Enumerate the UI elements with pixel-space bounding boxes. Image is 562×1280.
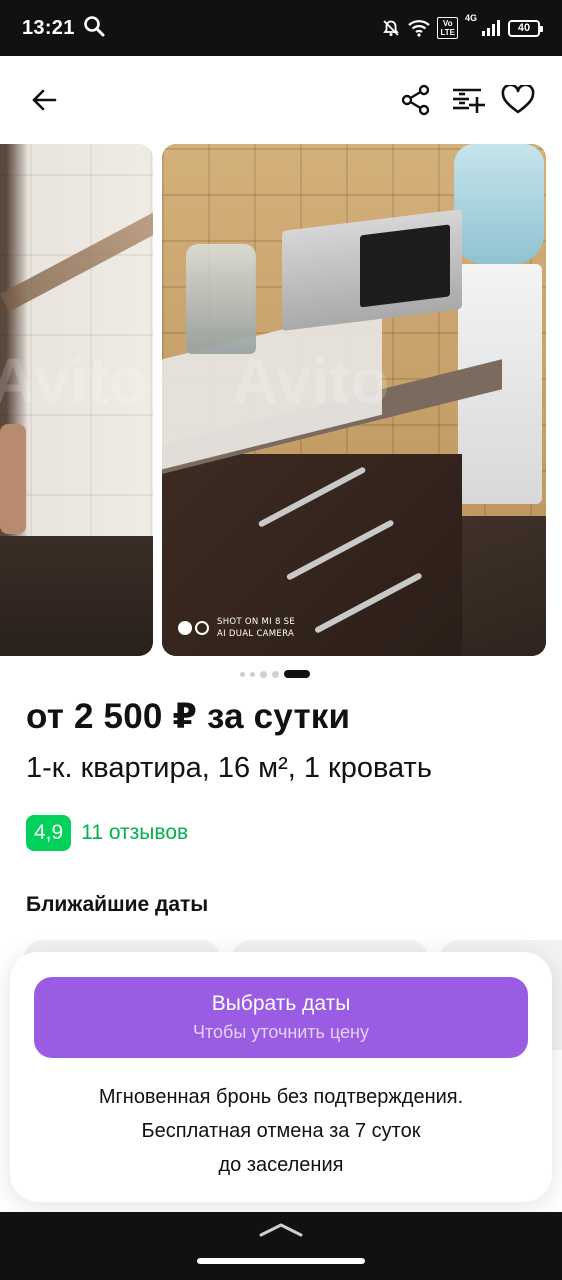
wifi-icon — [408, 19, 431, 37]
share-icon — [401, 84, 430, 116]
home-gesture-handle[interactable] — [197, 1258, 365, 1264]
chevron-up-icon[interactable] — [259, 1222, 303, 1238]
gallery-pager — [240, 670, 310, 678]
back-arrow-icon — [32, 89, 57, 111]
camera-caption-text: SHOT ON MI 8 SE AI DUAL CAMERA — [217, 616, 295, 640]
compare-list-icon — [453, 88, 485, 113]
photo-detail — [454, 144, 544, 264]
photo-detail — [0, 536, 153, 656]
reviews-link[interactable]: 11 отзывов — [81, 821, 188, 845]
status-left: 13:21 — [22, 15, 105, 42]
booking-note-line: до заселения — [218, 1154, 344, 1176]
camera-caption-line: SHOT ON MI 8 SE — [217, 617, 296, 627]
photo-watermark: Avito — [232, 345, 390, 417]
top-app-bar — [0, 56, 562, 144]
booking-terms-note: Мгновенная бронь без подтверждения. Бесп… — [10, 1080, 552, 1182]
listing-price: от 2 500 ₽ за сутки — [26, 697, 351, 736]
battery-icon: 40 — [508, 19, 543, 37]
search-icon — [83, 15, 105, 42]
select-dates-button[interactable]: Выбрать даты Чтобы уточнить цену — [34, 977, 528, 1058]
pager-dot — [240, 671, 245, 677]
share-button[interactable] — [394, 78, 438, 122]
rating-row: 4,9 11 отзывов — [26, 815, 188, 851]
status-bar: 13:21 Vo LTE 4G 40 — [0, 0, 562, 56]
bell-off-icon — [381, 18, 401, 38]
gallery-photo-previous[interactable]: Avito — [0, 144, 153, 656]
photo-detail — [186, 244, 256, 354]
compare-button[interactable] — [446, 78, 490, 122]
pager-dot — [272, 670, 279, 678]
volte-icon: Vo LTE — [437, 17, 458, 39]
gallery-photo-current[interactable]: Avito SHOT ON MI 8 SE AI DUAL CAMERA — [162, 144, 546, 656]
heart-icon — [501, 85, 535, 114]
network-type: 4G — [464, 13, 477, 23]
photo-camera-caption: SHOT ON MI 8 SE AI DUAL CAMERA — [178, 616, 295, 640]
favorite-button[interactable] — [496, 78, 540, 122]
listing-subtitle: 1-к. квартира, 16 м², 1 кровать — [26, 752, 432, 784]
status-right: Vo LTE 4G 40 — [381, 13, 543, 39]
camera-dot — [178, 621, 192, 635]
select-dates-button-label: Выбрать даты — [211, 992, 351, 1015]
photo-gallery[interactable]: Avito Avito SHOT ON MI 8 SE AI DUAL CAME… — [0, 144, 562, 656]
pager-dot — [260, 670, 267, 678]
camera-caption-line: AI DUAL CAMERA — [217, 629, 295, 639]
booking-note-line: Бесплатная отмена за 7 суток — [141, 1120, 421, 1142]
camera-dot — [195, 621, 209, 635]
nearest-dates-title: Ближайшие даты — [26, 893, 209, 916]
signal-icon — [481, 19, 501, 37]
system-navigation-bar — [0, 1212, 562, 1280]
booking-note-line: Мгновенная бронь без подтверждения. — [98, 1086, 464, 1108]
pager-dot-active — [284, 670, 310, 678]
booking-sheet: Выбрать даты Чтобы уточнить цену Мгновен… — [10, 952, 552, 1202]
select-dates-button-sublabel: Чтобы уточнить цену — [192, 1022, 369, 1042]
photo-detail — [0, 424, 26, 534]
camera-dots-icon — [178, 621, 209, 635]
status-time: 13:21 — [22, 16, 75, 39]
photo-watermark: Avito — [0, 345, 148, 417]
pager-dot — [250, 671, 255, 677]
back-button[interactable] — [22, 78, 66, 122]
rating-badge: 4,9 — [26, 815, 72, 851]
